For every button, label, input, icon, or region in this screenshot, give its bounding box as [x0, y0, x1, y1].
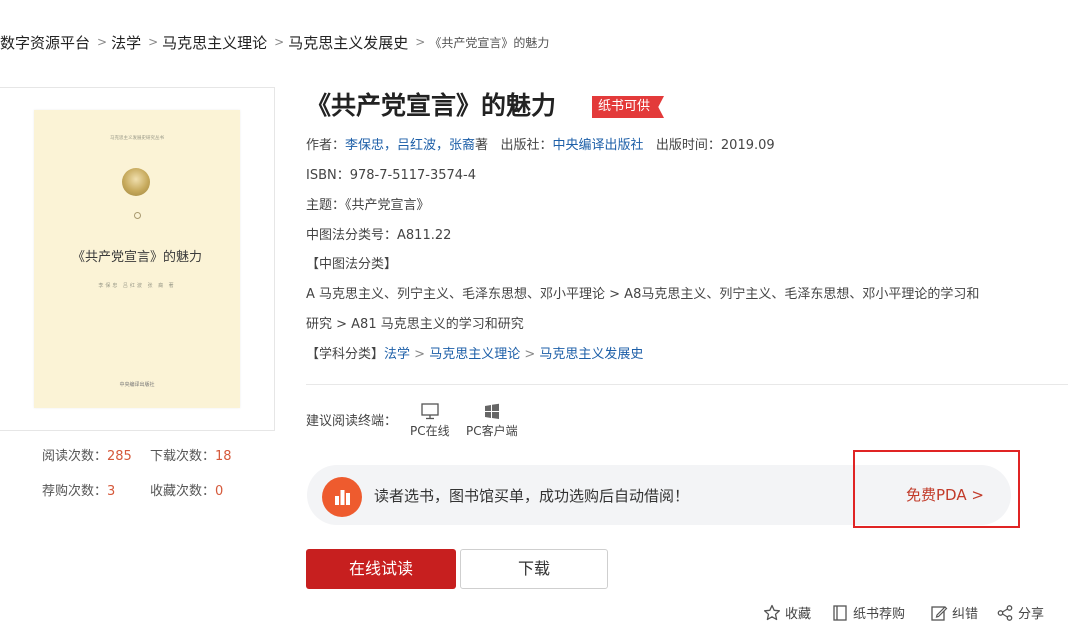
pda-banner-text: 读者选书，图书馆买单，成功选购后自动借阅！ — [374, 487, 690, 505]
terminal-pc-client[interactable]: PC客户端 — [466, 403, 518, 439]
highlight-box — [853, 450, 1020, 528]
paper-recommend-label: 纸书荐购 — [853, 607, 906, 622]
breadcrumb-separator: > — [415, 35, 426, 49]
breadcrumb-current: 《共产党宣言》的魅力 — [429, 35, 550, 50]
breadcrumb-separator: > — [148, 35, 159, 49]
paper-available-badge: 纸书可供 — [592, 96, 665, 118]
clc-line: 中图法分类号：A811.22 — [306, 224, 451, 243]
author-suffix: 著 — [475, 138, 489, 153]
breadcrumb-item-law[interactable]: 法学 — [111, 32, 141, 53]
cover-publisher: 中央编译出版社 — [119, 382, 155, 388]
pubdate-label: 出版时间： — [655, 138, 721, 153]
stat-download-count: 18 — [215, 449, 232, 464]
stat-recommend-count: 3 — [107, 484, 116, 499]
read-online-button[interactable]: 在线试读 — [306, 549, 456, 589]
stat-recommend: 荐购次数：3 — [42, 480, 115, 499]
windows-icon — [484, 403, 499, 419]
terminal-pc-online[interactable]: PC在线 — [410, 403, 450, 439]
isbn-value: 978-7-5117-3574-4 — [349, 168, 477, 183]
clc-path-line1[interactable]: A 马克思主义、列宁主义、毛泽东思想、邓小平理论 > A8马克思主义、列宁主义、… — [306, 283, 979, 302]
stat-download-label: 下载次数： — [150, 449, 216, 464]
stat-read: 阅读次数：285 — [42, 445, 132, 464]
terminal-label: 建议阅读终端： — [306, 414, 398, 429]
bar-chart-icon — [335, 490, 350, 505]
collect-action[interactable]: 收藏 — [763, 603, 811, 622]
pubdate-value: 2019.09 — [720, 138, 775, 153]
clc-path-line2[interactable]: 研究 > A81 马克思主义的学习和研究 — [306, 313, 524, 332]
isbn-label: ISBN： — [306, 168, 350, 183]
author-line: 作者：李保忠，吕红波，张裔著 出版社：中央编译出版社 出版时间：2019.09 — [306, 134, 775, 153]
share-label: 分享 — [1018, 607, 1045, 622]
stat-recommend-label: 荐购次数： — [42, 484, 108, 499]
breadcrumb-separator: > — [274, 35, 285, 49]
author-links[interactable]: 李保忠，吕红波，张裔 — [345, 138, 475, 153]
pda-banner-icon — [322, 477, 362, 517]
monitor-icon — [421, 403, 439, 420]
edit-icon — [931, 605, 948, 621]
discipline-line: 【学科分类】法学 > 马克思主义理论 > 马克思主义发展史 — [306, 347, 644, 362]
stat-read-count: 285 — [107, 449, 132, 464]
paper-recommend-action[interactable]: 纸书荐购 — [831, 603, 905, 622]
share-icon — [997, 604, 1013, 621]
breadcrumb-separator: > — [97, 35, 108, 49]
terminal-pc-online-label: PC在线 — [410, 424, 450, 438]
book-cover[interactable]: 马克思主义发展史研究丛书 《共产党宣言》的魅力 李保忠 吕红波 张 裔 著 中央… — [34, 110, 240, 408]
stat-collect-label: 收藏次数： — [150, 484, 216, 499]
cover-authors: 李保忠 吕红波 张 裔 著 — [98, 283, 176, 289]
breadcrumb-item-platform[interactable]: 数字资源平台 — [0, 32, 90, 53]
correction-label: 纠错 — [952, 607, 979, 622]
publisher-label: 出版社： — [500, 138, 553, 153]
discipline-label: 【学科分类】 — [306, 347, 385, 362]
clc-value: A811.22 — [397, 228, 452, 243]
stat-collect-count: 0 — [215, 484, 224, 499]
stat-read-label: 阅读次数： — [42, 449, 108, 464]
terminal-pc-client-label: PC客户端 — [466, 424, 518, 438]
author-label: 作者： — [306, 138, 346, 153]
discipline-item-marxism-history[interactable]: 马克思主义发展史 — [539, 347, 643, 362]
star-icon — [763, 604, 781, 620]
discipline-item-law[interactable]: 法学 — [384, 347, 410, 362]
cover-title: 《共产党宣言》的魅力 — [71, 250, 202, 265]
subject-line: 主题：《共产党宣言》 — [306, 194, 430, 213]
discipline-item-marxism-theory[interactable]: 马克思主义理论 — [429, 347, 520, 362]
cover-ornament-icon — [134, 212, 141, 219]
publisher-link[interactable]: 中央编译出版社 — [552, 138, 643, 153]
breadcrumb-item-marxism-theory[interactable]: 马克思主义理论 — [162, 32, 267, 53]
section-divider — [306, 384, 1068, 385]
correction-action[interactable]: 纠错 — [930, 603, 978, 622]
share-action[interactable]: 分享 — [996, 603, 1044, 622]
clc-category-label: 【中图法分类】 — [306, 257, 398, 272]
clc-label: 中图法分类号： — [306, 228, 398, 243]
book-icon — [833, 604, 847, 621]
breadcrumb-item-marxism-history[interactable]: 马克思主义发展史 — [288, 32, 408, 53]
cover-series-line: 马克思主义发展史研究丛书 — [110, 136, 164, 141]
download-button[interactable]: 下载 — [460, 549, 608, 589]
subject-label: 主题： — [306, 198, 346, 213]
breadcrumb: 数字资源平台 > 法学 > 马克思主义理论 > 马克思主义发展史 > 《共产党宣… — [0, 30, 549, 54]
subject-value: 《共产党宣言》 — [345, 198, 430, 213]
portrait-emblem-icon — [122, 168, 150, 196]
isbn-line: ISBN：978-7-5117-3574-4 — [306, 164, 476, 183]
stat-collect: 收藏次数：0 — [150, 480, 223, 499]
book-title: 《共产党宣言》的魅力 — [306, 91, 557, 120]
stat-download: 下载次数：18 — [150, 445, 232, 464]
collect-label: 收藏 — [785, 607, 812, 622]
